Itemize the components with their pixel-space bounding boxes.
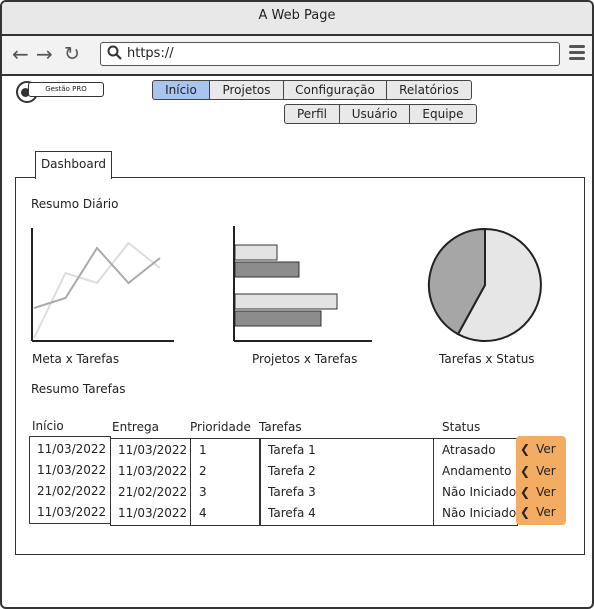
url-text: https:// bbox=[127, 46, 174, 61]
pie-chart-caption: Tarefas x Status bbox=[439, 352, 535, 366]
summary-title: Resumo Diário bbox=[31, 197, 119, 211]
nav-item-equipe[interactable]: Equipe bbox=[409, 104, 477, 124]
cell-priority: 2 bbox=[199, 464, 207, 478]
header-status: Status bbox=[442, 420, 481, 434]
cell-delivery: 11/03/2022 bbox=[118, 443, 188, 457]
line-chart bbox=[31, 228, 174, 342]
view-button-label: Ver bbox=[536, 464, 556, 478]
line-series bbox=[33, 241, 161, 339]
tab-dashboard[interactable]: Dashboard bbox=[35, 151, 112, 179]
hamburger-icon[interactable] bbox=[569, 45, 585, 63]
cell-status: Não Iniciado bbox=[442, 485, 517, 499]
view-button-label: Ver bbox=[536, 485, 556, 499]
logo-text: Gestão PRO bbox=[28, 82, 104, 97]
url-bar[interactable]: https:// bbox=[100, 42, 560, 66]
nav-item-perfil[interactable]: Perfil bbox=[284, 104, 339, 124]
arrow-right-icon[interactable]: → bbox=[36, 43, 53, 65]
browser-navbar: ← → ↻ https:// bbox=[2, 36, 592, 76]
cell-task: Tarefa 1 bbox=[268, 443, 316, 457]
bar-chart bbox=[233, 226, 372, 342]
view-button[interactable]: ❮ Ver bbox=[520, 505, 556, 519]
bar bbox=[234, 293, 338, 310]
header-start: Início bbox=[32, 419, 64, 433]
nav-item-projetos[interactable]: Projetos bbox=[209, 80, 283, 100]
secondary-nav: Perfil Usuário Equipe bbox=[284, 104, 477, 124]
cell-start: 11/03/2022 bbox=[37, 505, 107, 519]
chevron-left-icon: ❮ bbox=[520, 464, 531, 478]
nav-item-inicio[interactable]: Início bbox=[152, 80, 209, 100]
cell-priority: 3 bbox=[199, 485, 207, 499]
browser-window: A Web Page ← → ↻ https:// Gestão PRO Iní… bbox=[0, 0, 594, 609]
bar bbox=[234, 310, 322, 327]
view-button[interactable]: ❮ Ver bbox=[520, 442, 556, 456]
nav-item-usuario[interactable]: Usuário bbox=[339, 104, 409, 124]
reload-icon[interactable]: ↻ bbox=[64, 43, 80, 65]
bar bbox=[234, 261, 300, 278]
cell-start: 11/03/2022 bbox=[37, 463, 107, 477]
cell-start: 21/02/2022 bbox=[37, 484, 107, 498]
window-title: A Web Page bbox=[2, 2, 592, 36]
cell-delivery: 11/03/2022 bbox=[118, 464, 188, 478]
pie-chart bbox=[427, 227, 542, 342]
header-priority: Prioridade bbox=[190, 420, 251, 434]
primary-nav: Início Projetos Configuração Relatórios bbox=[152, 80, 472, 100]
chevron-left-icon: ❮ bbox=[520, 505, 531, 519]
chevron-left-icon: ❮ bbox=[520, 485, 531, 499]
line-chart-caption: Meta x Tarefas bbox=[32, 352, 120, 366]
nav-item-relatorios[interactable]: Relatórios bbox=[386, 80, 472, 100]
view-button[interactable]: ❮ Ver bbox=[520, 485, 556, 499]
tasks-title: Resumo Tarefas bbox=[31, 382, 126, 396]
cell-delivery: 11/03/2022 bbox=[118, 506, 188, 520]
cell-status: Andamento bbox=[442, 464, 512, 478]
cell-start: 11/03/2022 bbox=[37, 442, 107, 456]
chevron-left-icon: ❮ bbox=[520, 442, 531, 456]
view-button[interactable]: ❮ Ver bbox=[520, 464, 556, 478]
nav-item-configuracao[interactable]: Configuração bbox=[283, 80, 386, 100]
cell-task: Tarefa 4 bbox=[268, 506, 316, 520]
bar-chart-caption: Projetos x Tarefas bbox=[252, 352, 358, 366]
cell-priority: 4 bbox=[199, 506, 207, 520]
cell-delivery: 21/02/2022 bbox=[118, 485, 188, 499]
cell-priority: 1 bbox=[199, 443, 207, 457]
header-tasks: Tarefas bbox=[259, 420, 302, 434]
bar bbox=[234, 244, 278, 261]
cell-task: Tarefa 2 bbox=[268, 464, 316, 478]
view-button-label: Ver bbox=[536, 442, 556, 456]
cell-task: Tarefa 3 bbox=[268, 485, 316, 499]
arrow-left-icon[interactable]: ← bbox=[12, 43, 29, 65]
header-delivery: Entrega bbox=[112, 420, 159, 434]
cell-status: Não Iniciado bbox=[442, 506, 517, 520]
cell-status: Atrasado bbox=[442, 443, 496, 457]
search-icon bbox=[107, 45, 123, 69]
view-button-label: Ver bbox=[536, 505, 556, 519]
